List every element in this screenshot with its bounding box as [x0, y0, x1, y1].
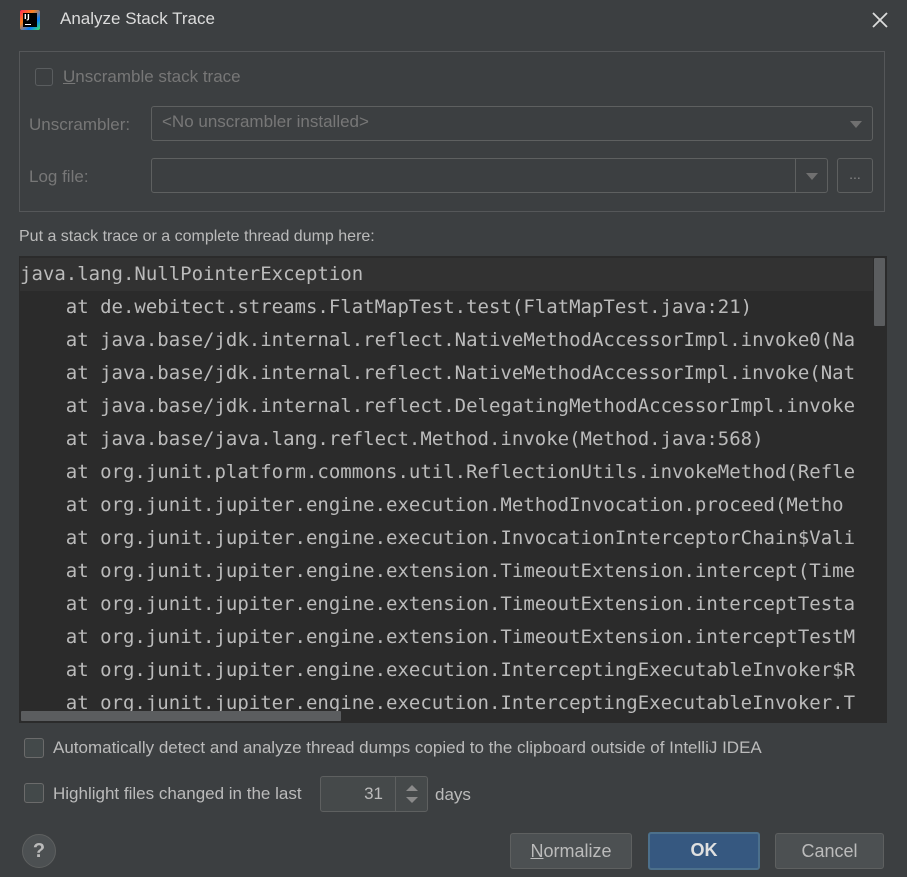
days-unit-label: days [435, 785, 471, 804]
spinner-arrows[interactable] [395, 777, 427, 811]
cancel-button[interactable]: Cancel [775, 833, 884, 869]
close-icon [872, 12, 888, 28]
trace-line: at org.junit.jupiter.engine.execution.In… [20, 527, 856, 549]
trace-line: java.lang.NullPointerException [20, 258, 873, 291]
title-bar: IJ Analyze Stack Trace [0, 0, 907, 40]
trace-line: at java.base/jdk.internal.reflect.Native… [20, 362, 856, 384]
days-value: 31 [364, 784, 383, 803]
unscrambler-value: <No unscrambler installed> [162, 112, 369, 131]
highlight-files-label: Highlight files changed in the last [53, 784, 302, 803]
trace-line: at java.base/jdk.internal.reflect.Delega… [20, 395, 856, 417]
trace-line: at org.junit.platform.commons.util.Refle… [20, 461, 856, 483]
chevron-down-icon [850, 120, 862, 128]
normalize-button[interactable]: Normalize [510, 833, 632, 869]
trace-line: at org.junit.jupiter.engine.execution.In… [20, 659, 856, 681]
trace-line: at java.base/jdk.internal.reflect.Native… [20, 329, 856, 351]
ok-button[interactable]: OK [648, 832, 760, 870]
help-button[interactable]: ? [22, 834, 56, 868]
trace-line: at org.junit.jupiter.engine.extension.Ti… [20, 626, 856, 648]
trace-line: at java.base/java.lang.reflect.Method.in… [20, 428, 764, 450]
trace-prompt: Put a stack trace or a complete thread d… [19, 228, 375, 245]
logfile-combo[interactable] [151, 158, 828, 193]
auto-detect-checkbox[interactable] [24, 738, 44, 758]
stack-trace-textarea[interactable]: java.lang.NullPointerException at de.web… [19, 256, 887, 723]
logfile-dropdown-arrow[interactable] [795, 159, 827, 192]
unscramble-checkbox[interactable] [35, 68, 53, 86]
arrow-down-icon[interactable] [406, 797, 418, 803]
dialog-title: Analyze Stack Trace [60, 9, 215, 28]
trace-line: at de.webitect.streams.FlatMapTest.test(… [20, 296, 753, 318]
trace-line: at org.junit.jupiter.engine.execution.Me… [20, 494, 844, 516]
analyze-stack-trace-dialog: IJ Analyze Stack Trace Unscramble stack … [0, 0, 907, 877]
unscrambler-dropdown[interactable]: <No unscrambler installed> [151, 106, 873, 141]
unscramble-label: Unscramble stack trace [63, 67, 241, 86]
days-spinner[interactable]: 31 [320, 776, 428, 812]
horizontal-scrollbar[interactable] [21, 711, 341, 721]
logfile-label: Log file: [29, 167, 89, 186]
auto-detect-label: Automatically detect and analyze thread … [53, 738, 762, 757]
unscrambler-dropdown-arrow[interactable] [840, 107, 872, 140]
chevron-down-icon [805, 172, 818, 180]
unscrambler-label: Unscrambler: [29, 115, 131, 134]
intellij-idea-icon: IJ [20, 10, 40, 30]
arrow-up-icon[interactable] [406, 785, 418, 791]
browse-logfile-button[interactable]: ... [837, 158, 873, 193]
close-button[interactable] [864, 4, 896, 36]
vertical-scrollbar[interactable] [874, 258, 885, 326]
trace-line: at org.junit.jupiter.engine.extension.Ti… [20, 593, 856, 615]
trace-line: at org.junit.jupiter.engine.extension.Ti… [20, 560, 856, 582]
highlight-files-checkbox[interactable] [24, 783, 44, 803]
